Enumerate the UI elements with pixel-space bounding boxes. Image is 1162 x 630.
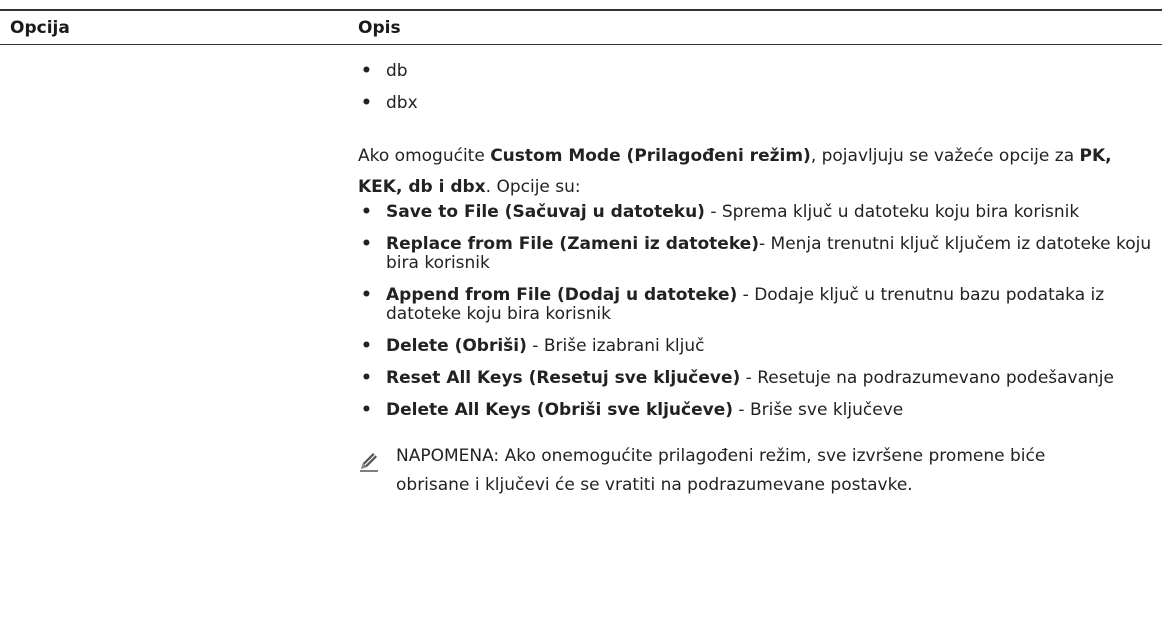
bullet: • <box>361 61 372 81</box>
list-item-text: dbx <box>386 93 418 113</box>
paragraph-text: . Opcije su: <box>485 177 581 197</box>
list-item: • db <box>358 60 1158 82</box>
option-term: Reset All Keys (Resetuj sve ključeve) <box>386 368 741 388</box>
option-term: Append from File (Dodaj u datoteke) <box>386 285 738 305</box>
bullet: • <box>361 400 372 420</box>
option-item: • Reset All Keys (Resetuj sve ključeve) -… <box>358 369 1158 388</box>
bullet: • <box>361 336 372 356</box>
option-term: Save to File (Sačuvaj u datoteku) <box>386 202 705 222</box>
key-type-list: • db • dbx <box>358 60 1158 114</box>
option-item: • Save to File (Sačuvaj u datoteku) - Spr… <box>358 203 1158 222</box>
option-term: Delete (Obriši) <box>386 336 527 356</box>
table-top-rule <box>0 9 1162 11</box>
option-item: • Delete All Keys (Obriši sve ključeve) -… <box>358 401 1158 420</box>
description-cell: • db • dbx Ako omogućite Custom Mode (Pril… <box>358 60 1158 500</box>
bullet: • <box>361 93 372 113</box>
note-block: NAPOMENA: Ako onemogućite prilagođeni re… <box>358 442 1158 500</box>
option-description: - Resetuje na podrazumevano podešavanje <box>740 368 1114 388</box>
options-list: • Save to File (Sačuvaj u datoteku) - Spr… <box>358 203 1158 420</box>
table-header-rule <box>0 44 1162 45</box>
pencil-note-icon-graphic <box>360 453 378 472</box>
list-item-text: db <box>386 61 408 81</box>
pencil-note-icon <box>358 450 380 472</box>
paragraph-text: , pojavljuju se važeće opcije za <box>810 146 1080 166</box>
custom-mode-paragraph: Ako omogućite Custom Mode (Prilagođeni r… <box>358 141 1158 203</box>
bullet: • <box>361 285 372 305</box>
document-page: Opcija Opis • db • dbx Ako omogućite Custo… <box>0 0 1162 630</box>
option-item: • Replace from File (Zameni iz datoteke)-… <box>358 235 1158 273</box>
note-text: NAPOMENA: Ako onemogućite prilagođeni re… <box>396 442 1056 500</box>
paragraph-bold-term: Custom Mode (Prilagođeni režim) <box>490 146 811 166</box>
option-description: - Sprema ključ u datoteku koju bira kori… <box>704 202 1080 222</box>
option-item: • Append from File (Dodaj u datoteke) - D… <box>358 286 1158 324</box>
column-header-option: Opcija <box>10 18 70 38</box>
bullet: • <box>361 368 372 388</box>
list-item: • dbx <box>358 92 1158 114</box>
option-description: - Briše sve ključeve <box>733 400 904 420</box>
option-item: • Delete (Obriši) - Briše izabrani ključ <box>358 337 1158 356</box>
bullet: • <box>361 234 372 254</box>
column-header-description: Opis <box>358 18 401 38</box>
note-label: NAPOMENA: <box>396 446 500 466</box>
bullet: • <box>361 202 372 222</box>
option-term: Replace from File (Zameni iz datoteke) <box>386 234 759 254</box>
option-term: Delete All Keys (Obriši sve ključeve) <box>386 400 733 420</box>
paragraph-text: Ako omogućite <box>358 146 491 166</box>
option-description: - Briše izabrani ključ <box>526 336 705 356</box>
